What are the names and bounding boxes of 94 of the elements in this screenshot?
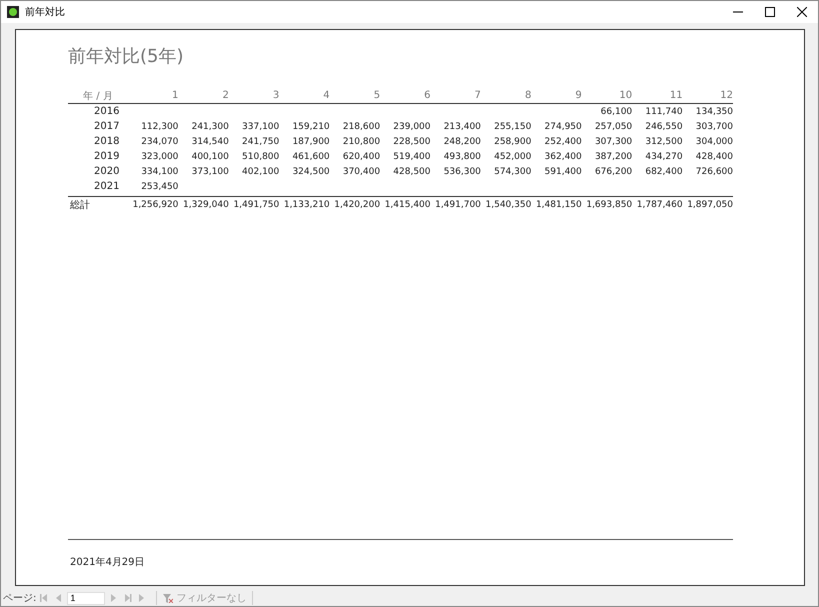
- table-cell-text: 428,400: [694, 152, 733, 162]
- table-cell-text: 400,100: [190, 152, 229, 162]
- table-cell-text: 234,070: [140, 136, 178, 146]
- table-cell-text: 159,210: [291, 122, 330, 132]
- table-cell-text: 303,700: [694, 122, 733, 132]
- table-cell-text: 252,400: [544, 136, 582, 146]
- column-header: 2: [221, 90, 229, 101]
- year-cell-text: 2017: [93, 121, 120, 132]
- table-cell-text: 461,600: [291, 152, 330, 162]
- filter-icon: [163, 594, 174, 602]
- table-cell-text: 519,400: [392, 152, 430, 162]
- table-cell-text: 210,800: [342, 136, 380, 146]
- table-cell-text: 362,400: [544, 152, 582, 162]
- table-cell-text: 323,000: [140, 152, 178, 162]
- table-cell-text: 726,600: [694, 166, 733, 176]
- app-icon: [7, 6, 19, 18]
- table-cell-text: 434,270: [644, 152, 683, 162]
- table-cell-text: 682,400: [644, 166, 683, 176]
- year-cell-text: 2020: [93, 166, 120, 177]
- total-cell-text: 1,415,400: [384, 200, 430, 210]
- table-cell-text: 402,100: [241, 166, 280, 176]
- table-cell-text: 591,400: [544, 166, 582, 176]
- table-cell-text: 510,800: [241, 152, 280, 162]
- column-header: 4: [322, 90, 330, 101]
- year-cell-text: 2019: [93, 151, 120, 162]
- table-cell-text: 228,500: [392, 136, 430, 146]
- table-cell-text: 253,450: [140, 182, 178, 192]
- table-cell-text: 241,300: [190, 122, 229, 132]
- column-header: 5: [372, 90, 380, 101]
- table-cell-text: 324,500: [291, 166, 330, 176]
- total-cell-text: 1,256,920: [132, 200, 178, 210]
- report-title: 前年対比(5年): [68, 45, 184, 68]
- total-cell-text: 1,540,350: [484, 200, 532, 210]
- table-cell-text: 112,300: [140, 122, 178, 132]
- maximize-icon: [765, 7, 775, 17]
- report-date: 2021年4月29日: [69, 557, 145, 568]
- window-title: 前年対比: [25, 6, 66, 19]
- page-label: ページ:: [3, 592, 36, 605]
- table-cell-text: 676,200: [594, 166, 632, 176]
- table-cell-text: 274,950: [544, 122, 582, 132]
- column-header: 7: [474, 90, 481, 101]
- column-header: 1: [171, 90, 178, 101]
- column-header: 11: [668, 90, 683, 101]
- column-header: 12: [719, 90, 733, 101]
- table-cell-text: 134,350: [694, 106, 733, 116]
- table-cell-text: 239,000: [392, 122, 430, 132]
- table-cell-text: 66,100: [600, 106, 632, 116]
- table-cell-text: 258,900: [493, 136, 532, 146]
- column-header: 9: [574, 90, 582, 101]
- column-header: 年 / 月: [82, 90, 114, 102]
- table-cell-text: 387,200: [594, 152, 632, 162]
- total-cell-text: 1,420,200: [333, 200, 380, 210]
- table-cell-text: 213,400: [442, 122, 481, 132]
- column-header: 8: [524, 90, 532, 101]
- total-cell-text: 1,693,850: [585, 200, 632, 210]
- table-cell-text: 312,500: [644, 136, 683, 146]
- table-cell-text: 493,800: [442, 152, 481, 162]
- table-cell-text: 452,000: [493, 152, 532, 162]
- table-cell-text: 218,600: [342, 122, 380, 132]
- column-header: 10: [618, 90, 632, 101]
- table-cell-text: 373,100: [190, 166, 229, 176]
- page-number-field[interactable]: 1: [67, 592, 106, 604]
- total-cell-text: 1,481,150: [534, 200, 582, 210]
- year-cell-text: 2018: [93, 136, 120, 147]
- year-cell-text: 2021: [93, 181, 120, 192]
- table-cell-text: 241,750: [241, 136, 280, 146]
- table-cell-text: 574,300: [493, 166, 532, 176]
- table-cell-text: 314,540: [190, 136, 229, 146]
- table-cell-text: 536,300: [442, 166, 481, 176]
- table-cell-text: 246,550: [644, 122, 683, 132]
- table-cell-text: 255,150: [493, 122, 532, 132]
- table-cell-text: 248,200: [442, 136, 481, 146]
- table-cell-text: 187,900: [291, 136, 330, 146]
- last-page-button[interactable]: [122, 592, 134, 604]
- table-cell-text: 337,100: [241, 122, 280, 132]
- total-cell-text: 1,897,050: [686, 200, 733, 210]
- total-cell-text: 1,491,750: [232, 200, 280, 210]
- table-cell-text: 334,100: [140, 166, 178, 176]
- total-cell-text: 1,787,460: [636, 200, 683, 210]
- column-header: 6: [423, 90, 430, 101]
- total-cell-text: 1,491,700: [434, 200, 481, 210]
- table-cell-text: 257,050: [594, 122, 632, 132]
- close-icon: [797, 7, 807, 17]
- table-cell-text: 370,400: [342, 166, 380, 176]
- table-cell-text: 428,500: [392, 166, 430, 176]
- table-cell-text: 307,300: [594, 136, 632, 146]
- total-label: 総計: [69, 198, 91, 212]
- table-cell-text: 111,740: [644, 106, 683, 116]
- table-cell-text: 620,400: [342, 152, 380, 162]
- year-cell-text: 2016: [93, 106, 120, 117]
- table-cell-text: 304,000: [694, 136, 733, 146]
- column-header: 3: [272, 90, 280, 101]
- total-cell-text: 1,133,210: [282, 200, 330, 210]
- total-cell-text: 1,329,040: [182, 200, 229, 210]
